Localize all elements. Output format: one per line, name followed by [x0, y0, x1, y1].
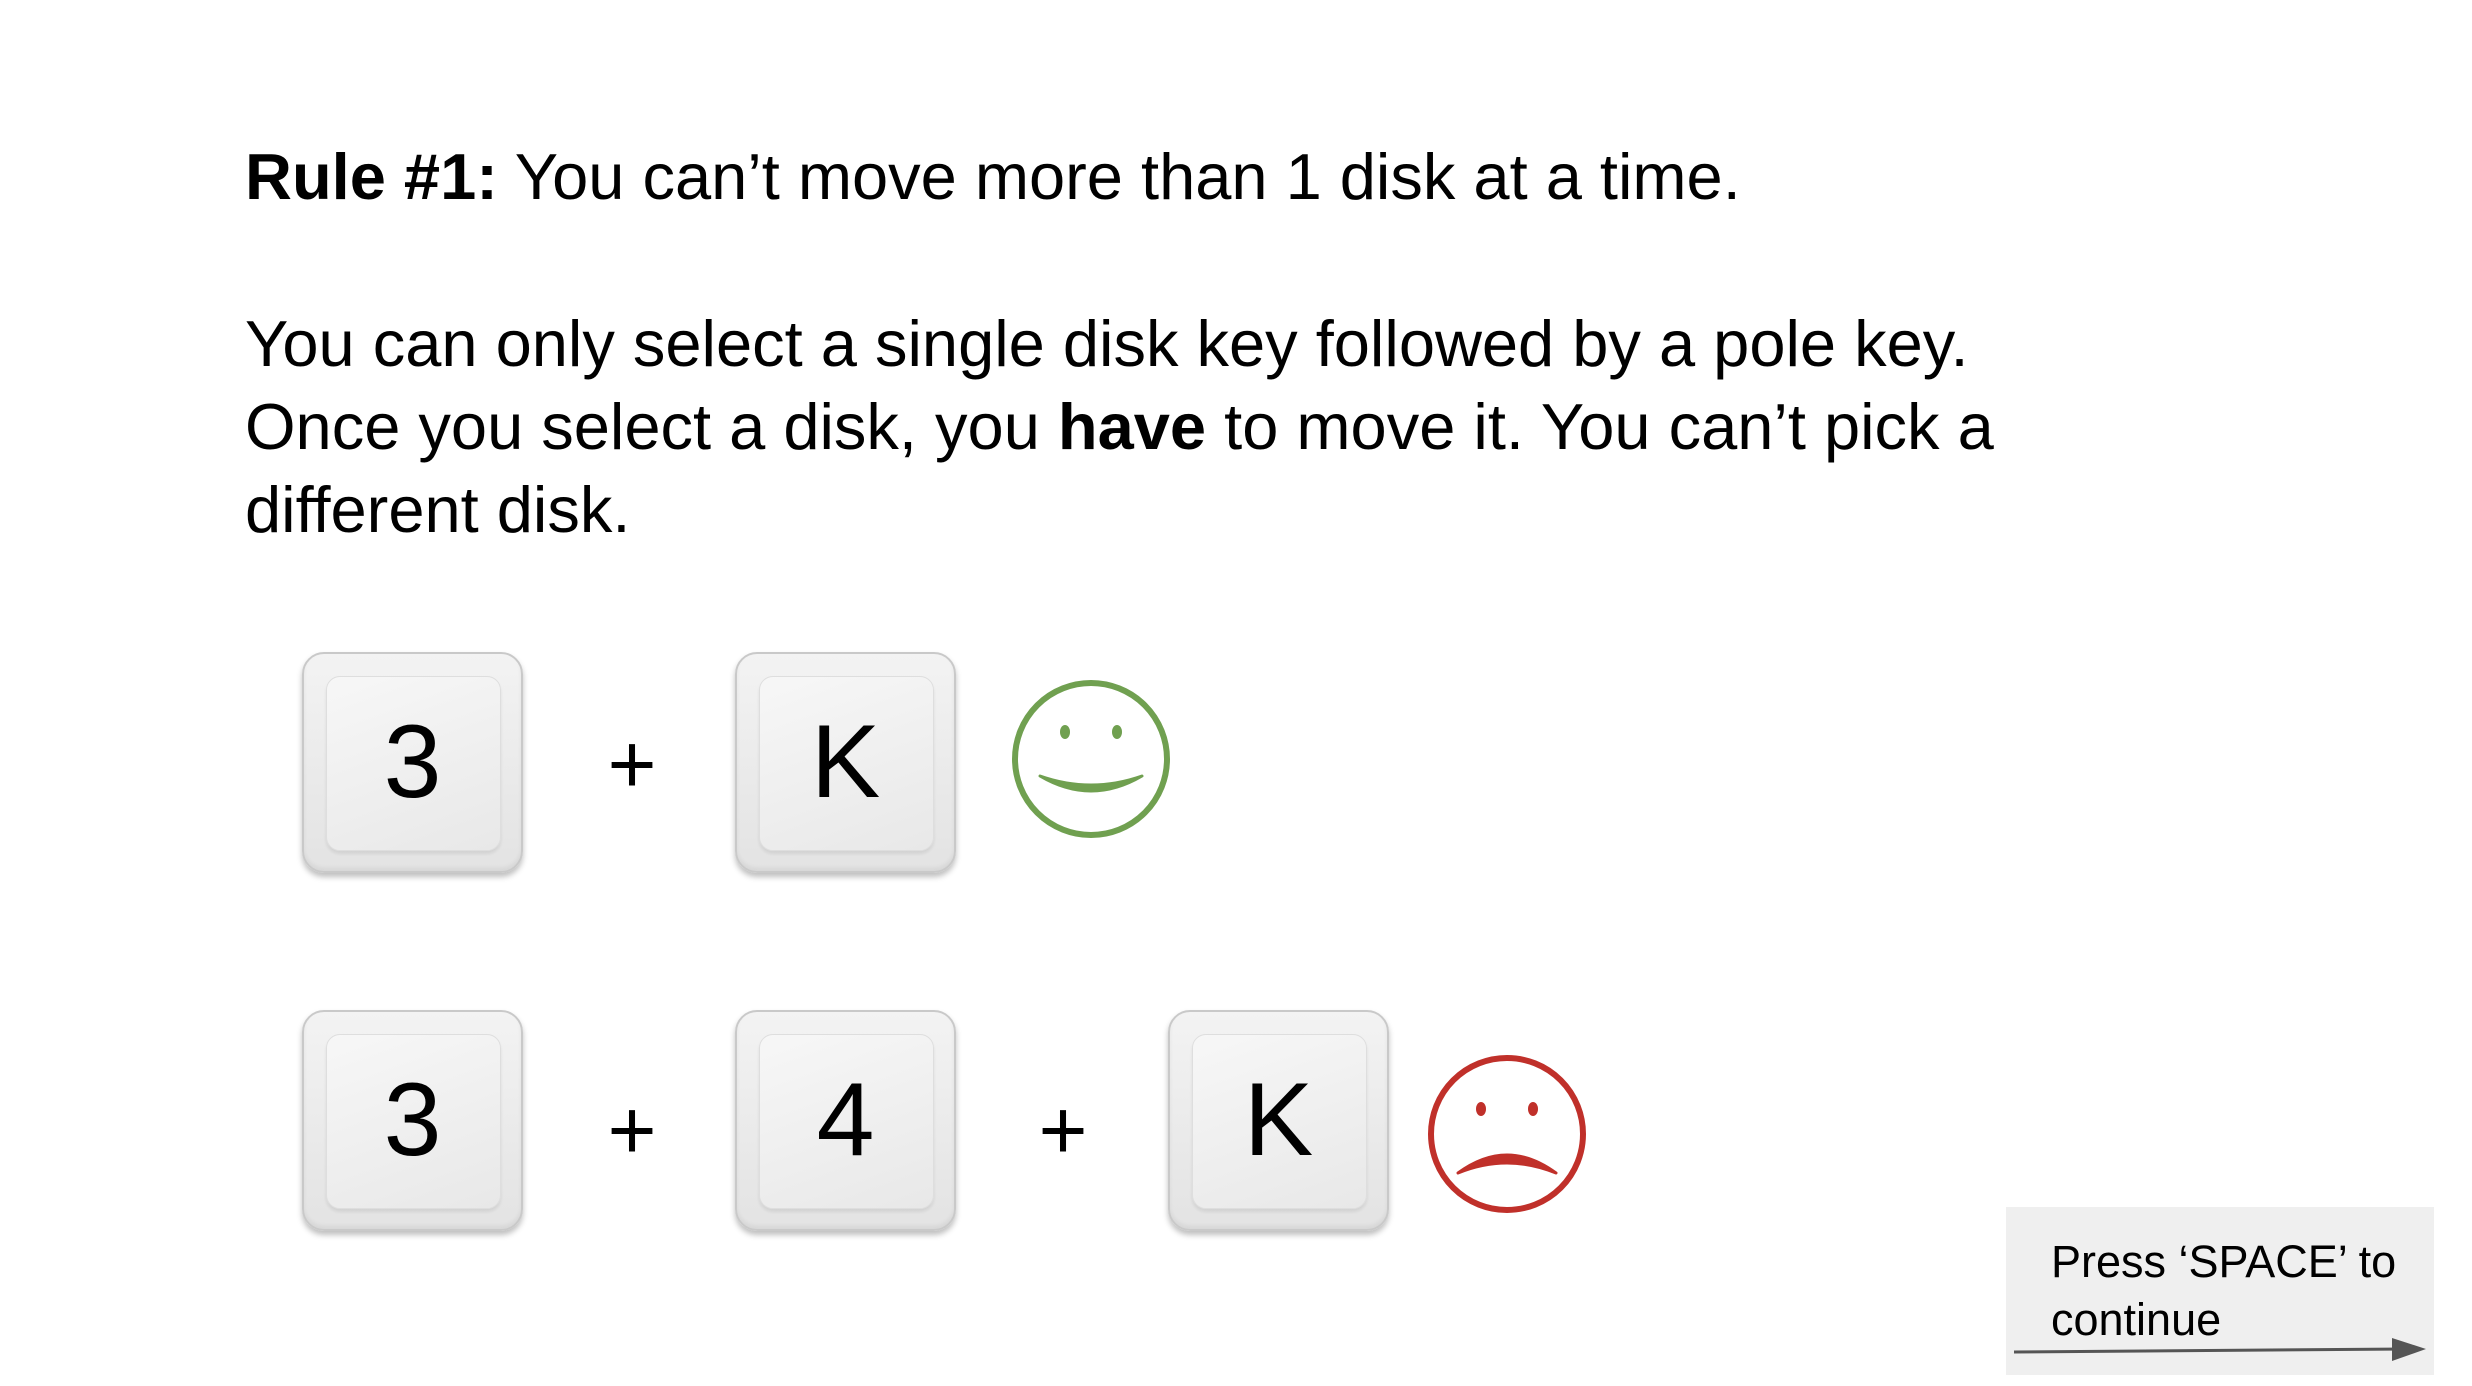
key-k: K — [1168, 1010, 1389, 1231]
rule-statement: Rule #1: You can’t move more than 1 disk… — [245, 135, 1741, 218]
instruction-paragraph: You can only select a single disk key fo… — [245, 302, 1994, 551]
plus-sign: + — [607, 717, 657, 811]
emphasis-have: have — [1057, 390, 1207, 463]
key-label: K — [810, 704, 881, 820]
frowning-face-icon — [1428, 1055, 1586, 1213]
instruction-line-2: Once you select a disk, you have to move… — [245, 390, 1994, 463]
rule-heading: Rule #1: — [245, 140, 498, 213]
plus-sign: + — [1038, 1083, 1088, 1177]
key-3: 3 — [302, 1010, 523, 1231]
key-label: K — [1243, 1062, 1314, 1178]
arrow-right-icon — [2014, 1338, 2426, 1361]
instruction-line-3: different disk. — [245, 473, 631, 546]
key-label: 4 — [816, 1062, 875, 1178]
continue-text: Press ‘SPACE’ to continue — [2051, 1236, 2397, 1345]
key-label: 3 — [383, 704, 442, 820]
continue-prompt[interactable]: Press ‘SPACE’ to continue — [2006, 1207, 2434, 1375]
key-label: 3 — [383, 1062, 442, 1178]
key-3: 3 — [302, 652, 523, 873]
rule-text: You can’t move more than 1 disk at a tim… — [497, 140, 1741, 213]
smiley-face-icon — [1012, 680, 1170, 838]
key-4: 4 — [735, 1010, 956, 1231]
plus-sign: + — [607, 1083, 657, 1177]
key-k: K — [735, 652, 956, 873]
instruction-line-1: You can only select a single disk key fo… — [245, 307, 1969, 380]
